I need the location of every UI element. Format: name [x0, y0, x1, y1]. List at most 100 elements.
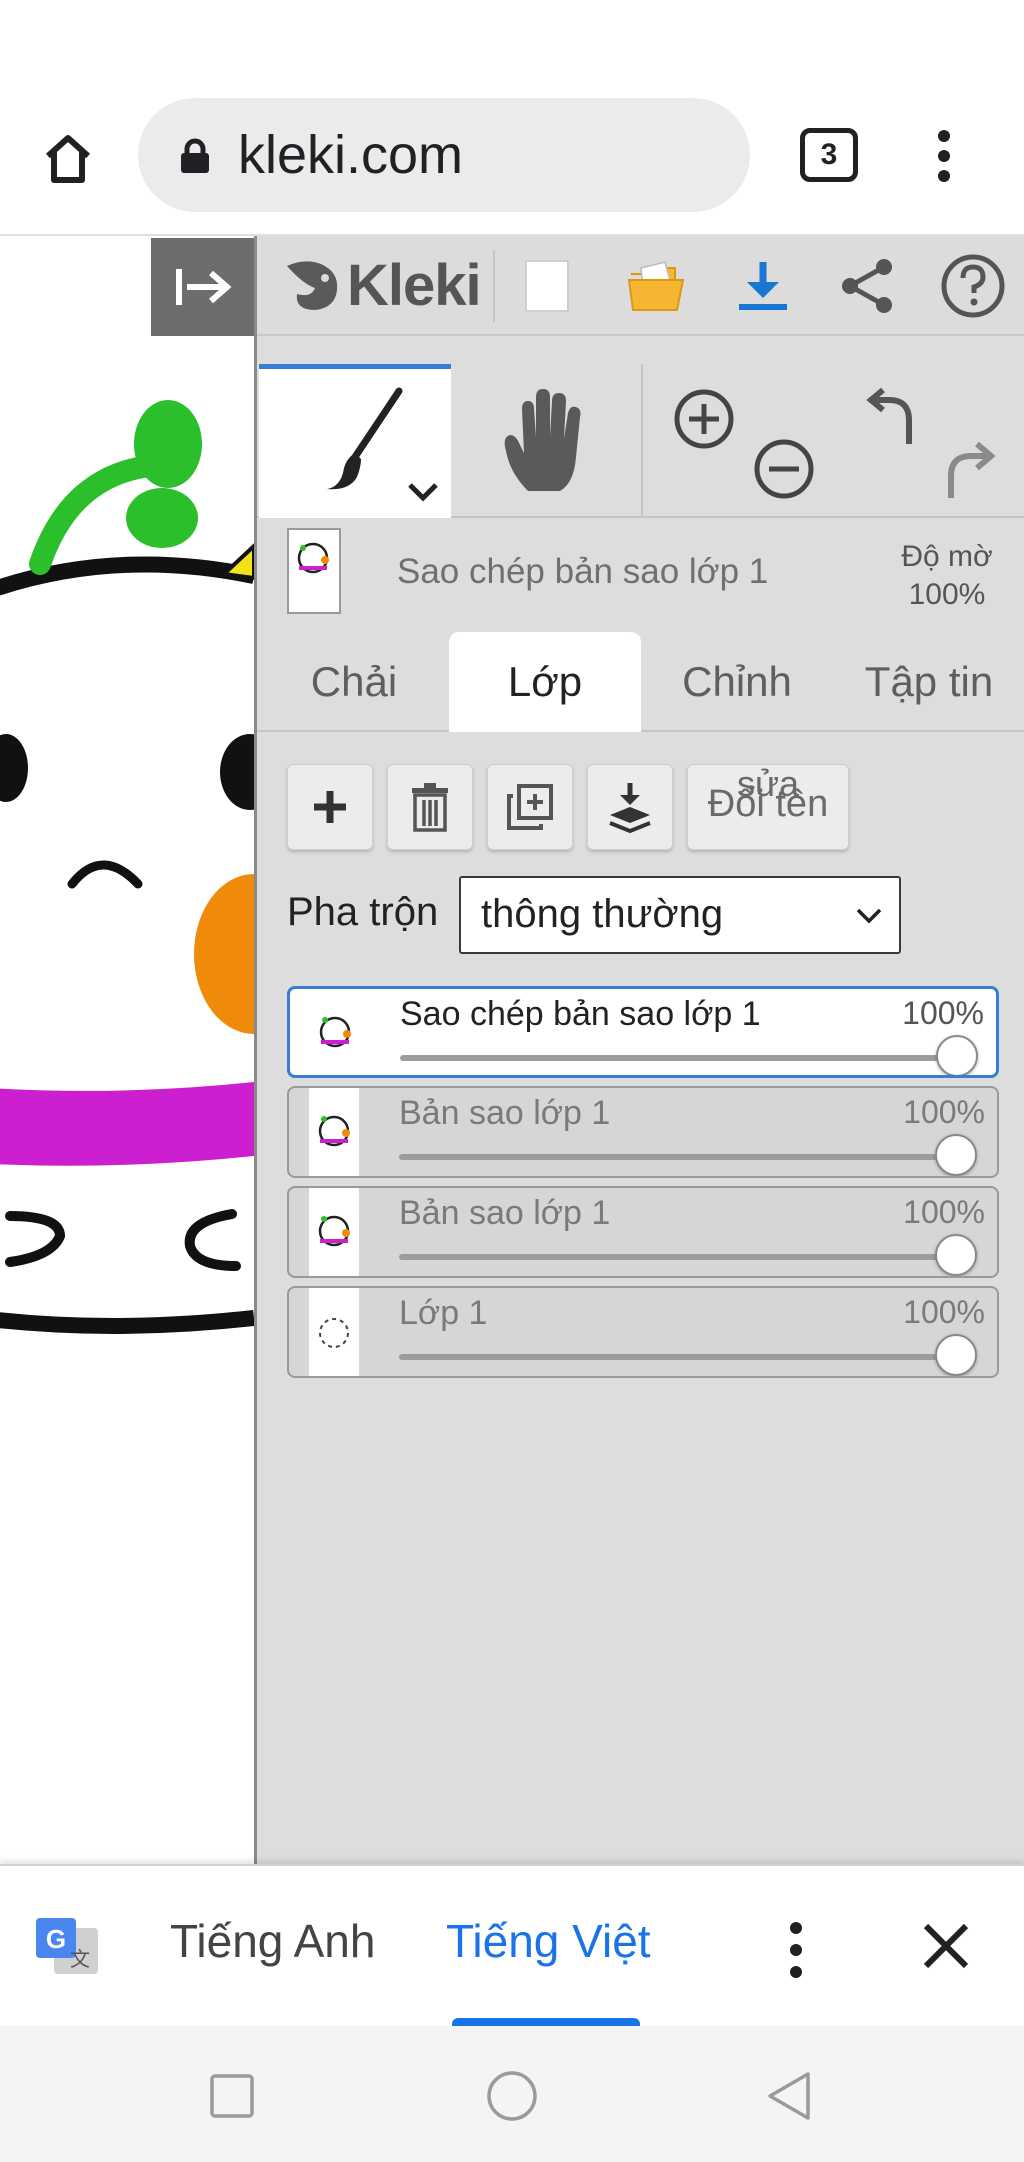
- source-language-tab[interactable]: Tiếng Anh: [170, 1914, 375, 1968]
- layer-actions: sửa Đổi tên: [257, 763, 1024, 850]
- target-language-tab[interactable]: Tiếng Việt: [446, 1914, 651, 1968]
- layer-opacity-slider[interactable]: [399, 1154, 959, 1160]
- zoom-out-icon[interactable]: [751, 436, 817, 502]
- plus-icon: [314, 791, 346, 823]
- layer-thumbnail: [309, 1188, 359, 1276]
- layer-thumbnail: [310, 989, 360, 1075]
- canvas-artwork: [0, 400, 254, 1334]
- save-button[interactable]: [725, 250, 801, 322]
- redo-icon[interactable]: [937, 436, 1003, 502]
- help-icon: [941, 254, 1005, 318]
- collapse-panel-button[interactable]: [151, 238, 254, 336]
- layer-thumbnail: [309, 1288, 359, 1376]
- layer-opacity-slider-handle[interactable]: [935, 1234, 977, 1276]
- brush-tool-button[interactable]: [259, 364, 451, 518]
- duplicate-icon: [507, 784, 553, 830]
- open-file-button[interactable]: [619, 250, 695, 322]
- app-logo-text: Kleki: [347, 252, 482, 318]
- home-nav-icon[interactable]: [482, 2066, 542, 2126]
- google-translate-icon: G 文: [36, 1918, 98, 1974]
- back-icon[interactable]: [760, 2066, 820, 2126]
- tab-file[interactable]: Tập tin: [833, 632, 1024, 732]
- layer-opacity-slider-handle[interactable]: [935, 1134, 977, 1176]
- drawing-canvas[interactable]: [0, 236, 254, 1864]
- translate-menu-button[interactable]: [778, 1922, 814, 1978]
- kleki-logo-icon: [287, 261, 338, 310]
- layer-name: Lớp 1: [399, 1294, 488, 1332]
- blend-mode-select[interactable]: thông thường: [459, 876, 901, 954]
- current-layer-info: Sao chép bản sao lớp 1 Độ mờ 100%: [257, 518, 1024, 630]
- layer-opacity-slider[interactable]: [399, 1254, 959, 1260]
- merge-down-icon: [609, 783, 651, 833]
- duplicate-layer-button[interactable]: [487, 764, 573, 850]
- add-layer-button[interactable]: [287, 764, 373, 850]
- tab-edit[interactable]: Chỉnh: [641, 632, 833, 732]
- home-icon: [45, 135, 91, 183]
- zoom-in-icon[interactable]: [671, 386, 737, 452]
- address-bar[interactable]: kleki.com: [138, 98, 750, 212]
- blend-mode-row: Pha trộn thông thường: [257, 876, 1024, 954]
- new-file-icon: [525, 260, 569, 312]
- merge-layer-button[interactable]: [587, 764, 673, 850]
- home-button[interactable]: [36, 126, 100, 190]
- browser-toolbar: kleki.com 3: [0, 0, 1024, 236]
- layer-item[interactable]: Sao chép bản sao lớp 1 100%: [287, 986, 999, 1078]
- chevron-down-icon[interactable]: [407, 481, 439, 503]
- opacity-value: 100%: [908, 578, 986, 611]
- layer-name: Bản sao lớp 1: [399, 1094, 611, 1132]
- hand-tool-button[interactable]: [451, 364, 641, 518]
- rename-label: Đổi tên: [707, 783, 829, 825]
- tab-brush[interactable]: Chải: [259, 632, 449, 732]
- layer-item[interactable]: Bản sao lớp 1 100%: [287, 1086, 999, 1178]
- browser-menu-button[interactable]: [916, 124, 972, 188]
- layer-name: Bản sao lớp 1: [399, 1194, 611, 1232]
- layer-item[interactable]: Bản sao lớp 1 100%: [287, 1186, 999, 1278]
- layer-opacity: 100%: [903, 1294, 985, 1330]
- trash-icon: [412, 783, 448, 832]
- system-navigation-bar: [0, 2026, 1024, 2162]
- header-divider: [493, 250, 495, 322]
- layer-opacity-slider[interactable]: [400, 1055, 960, 1061]
- share-button[interactable]: [829, 250, 905, 322]
- delete-layer-button[interactable]: [387, 764, 473, 850]
- layer-opacity: 100%: [903, 1194, 985, 1230]
- svg-text:文: 文: [70, 1947, 90, 1971]
- url-text: kleki.com: [238, 125, 464, 185]
- current-layer-thumbnail: [287, 528, 341, 614]
- layer-name: Sao chép bản sao lớp 1: [400, 995, 761, 1033]
- undo-icon[interactable]: [857, 386, 923, 452]
- translate-bar: G 文 Tiếng Anh Tiếng Việt: [0, 1864, 1024, 2028]
- brush-icon: [327, 387, 403, 490]
- hand-icon: [504, 389, 581, 491]
- close-icon[interactable]: [918, 1918, 974, 1974]
- tool-divider: [641, 364, 643, 518]
- layer-opacity-slider[interactable]: [399, 1354, 959, 1360]
- layer-item[interactable]: Lớp 1 100%: [287, 1286, 999, 1378]
- svg-text:G: G: [46, 1924, 66, 1954]
- blend-mode-label: Pha trộn: [287, 890, 439, 934]
- side-panel: Kleki Sao chép bản sao lớp 1 Độ mờ 100% …: [254, 236, 1024, 1864]
- help-button[interactable]: [935, 250, 1011, 322]
- layer-opacity-slider-handle[interactable]: [935, 1334, 977, 1376]
- collapse-panel-icon: [175, 269, 232, 305]
- new-file-button[interactable]: [509, 250, 585, 322]
- rename-layer-button[interactable]: sửa Đổi tên: [687, 763, 849, 850]
- opacity-label: Độ mờ: [901, 540, 993, 573]
- tab-layers[interactable]: Lớp: [449, 632, 641, 732]
- layer-opacity: 100%: [902, 995, 984, 1031]
- panel-header: Kleki: [257, 236, 1024, 336]
- tab-switcher-button[interactable]: 3: [800, 128, 858, 182]
- lock-icon: [181, 138, 209, 173]
- layer-opacity-slider-handle[interactable]: [936, 1035, 978, 1075]
- download-icon: [739, 262, 787, 310]
- open-folder-icon: [627, 261, 685, 311]
- app-logo: Kleki: [281, 250, 482, 320]
- chevron-down-icon: [856, 908, 882, 924]
- current-layer-name: Sao chép bản sao lớp 1: [397, 552, 769, 591]
- panel-tabs: Chải Lớp Chỉnh Tập tin: [257, 632, 1024, 732]
- recent-apps-icon[interactable]: [202, 2066, 262, 2126]
- layer-opacity: 100%: [903, 1094, 985, 1130]
- tool-row: [257, 364, 1024, 518]
- share-icon: [842, 259, 892, 313]
- layer-opacity-display: Độ mờ 100%: [877, 538, 1017, 614]
